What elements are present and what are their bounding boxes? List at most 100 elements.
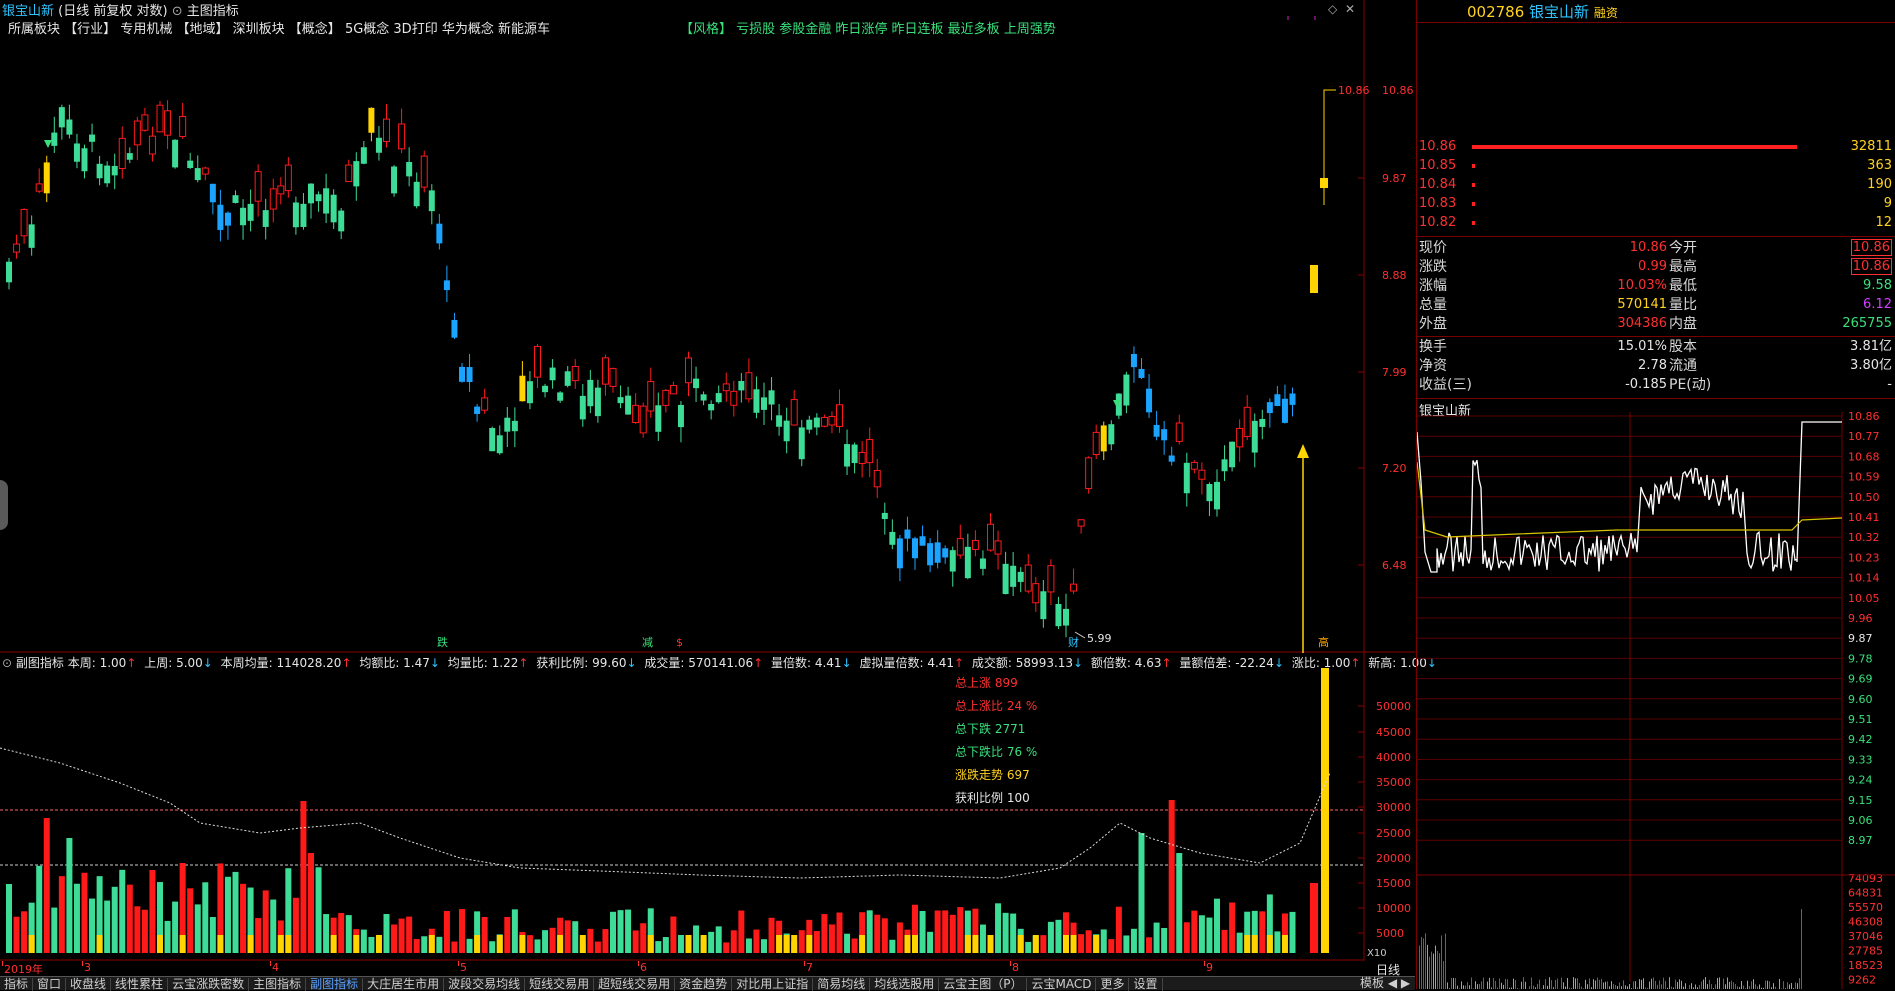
candle-body [1123,375,1129,406]
intraday-volume-bar [1797,983,1798,989]
volume-bar-overlay [278,935,284,953]
quote-stat-row: 现价10.86今开10.86 [1417,239,1895,257]
intraday-volume-bar [1593,979,1594,989]
main-indicator-label[interactable]: 主图指标 [187,4,239,19]
volume-bar [82,873,88,953]
intraday-price-label: 10.05 [1848,592,1880,605]
intraday-volume-bar [1441,935,1442,989]
candle-body [678,405,684,427]
candle-body [716,393,722,402]
tab-指标[interactable]: 指标 [0,978,33,991]
intraday-volume-bar [1735,984,1736,989]
candle-body [572,366,578,380]
intraday-volume-bar [1435,946,1436,989]
volume-bar-overlay [1252,935,1258,953]
event-marker[interactable]: 减 [642,636,653,649]
candle-body [837,405,843,427]
intraday-volume-bar [1651,979,1652,989]
tab-收盘线[interactable]: 收盘线 [66,978,111,991]
intraday-volume-bar [1425,933,1426,989]
intraday-volume-bar [1789,984,1790,989]
tab-对比用上证指[interactable]: 对比用上证指 [732,978,813,991]
candle-body [459,367,465,382]
tab-prev-icon[interactable]: ◀ [1388,976,1397,990]
close-icon[interactable]: ✕ [1345,2,1355,16]
event-marker[interactable]: 财 [1068,635,1079,649]
volume-bar [1101,929,1107,953]
tab-更多[interactable]: 更多 [1096,978,1129,991]
tab-主图指标[interactable]: 主图指标 [249,978,306,991]
intraday-price-label: 10.68 [1848,450,1880,463]
tab-资金趋势[interactable]: 资金趋势 [675,978,732,991]
tab-副图指标[interactable]: 副图指标 [306,978,363,991]
tab-线性累柱[interactable]: 线性累柱 [111,978,168,991]
candle-body [331,195,337,223]
tab-云宝涨跌密数[interactable]: 云宝涨跌密数 [168,978,249,991]
intraday-price-label: 9.06 [1848,814,1873,827]
kline-svg[interactable]: 10.869.878.887.997.206.4810.865.99跌减$财高 [0,0,1415,653]
candle-body [1169,455,1175,461]
volume-bar-overlay [353,935,359,953]
candle-body [1206,484,1212,501]
candle-body [1040,591,1046,619]
volume-bar [663,937,669,953]
intraday-volume-bar [1429,957,1430,989]
candle-body [474,407,480,414]
candle-body [972,540,978,549]
candle-body [59,107,65,127]
event-marker[interactable]: 跌 [437,635,448,649]
intraday-volume-bar [1723,979,1724,989]
candle-body [580,396,586,419]
intraday-volume-bar [1753,979,1754,989]
intraday-volume-bar [1759,984,1760,989]
intraday-volume-bar [1587,984,1588,989]
candle-body [504,418,510,432]
candle-body [980,558,986,568]
intraday-volume-bar [1691,983,1692,989]
stat-value: 3.81亿 [1850,338,1892,356]
intraday-chart[interactable]: 10.8610.7710.6810.5910.5010.4110.3210.23… [1417,412,1895,989]
candle-body [361,147,367,164]
tab-窗口[interactable]: 窗口 [33,978,66,991]
event-marker[interactable]: 高 [1318,635,1329,649]
tab-超短线交易用[interactable]: 超短线交易用 [594,978,675,991]
candle-body [731,391,737,405]
volume-bar [716,926,722,953]
intraday-volume-bar [1705,977,1706,989]
candle-body [655,405,661,432]
candle-body [134,121,140,145]
volume-chart[interactable]: 5000045000400003500030000250002000015000… [0,653,1415,961]
tab-next-icon[interactable]: ▶ [1401,976,1410,990]
intraday-volume-bar [1475,981,1476,989]
event-marker[interactable]: $ [676,636,683,649]
candle-body [995,541,1001,554]
volume-bar [761,939,767,953]
tab-短线交易用[interactable]: 短线交易用 [525,978,594,991]
volume-bar-overlay [331,935,337,953]
tab-云宝主图（P）[interactable]: 云宝主图（P） [939,978,1027,991]
side-collapse-handle[interactable] [0,480,8,530]
intraday-price-label: 9.42 [1848,733,1873,746]
tab-波段交易均线[interactable]: 波段交易均线 [444,978,525,991]
candle-body [293,202,299,227]
volume-svg[interactable]: 5000045000400003500030000250002000015000… [0,653,1415,961]
intraday-volume-bar [1589,978,1590,989]
indicator-dot-icon[interactable]: ⊙ [172,4,183,19]
stock-name[interactable]: 银宝山新 [2,4,54,19]
tab-云宝MACD[interactable]: 云宝MACD [1027,978,1096,991]
tab-均线选股用[interactable]: 均线选股用 [870,978,939,991]
price-tick-label: 9.87 [1382,172,1407,185]
candle-body [1282,399,1288,423]
tab-设置[interactable]: 设置 [1129,978,1162,991]
diamond-icon[interactable]: ◇ [1328,2,1337,16]
volume-bar [1086,930,1092,953]
tab-template[interactable]: 模板 [1360,976,1384,990]
volume-bar-overlay [806,935,812,953]
volume-bar [799,930,805,953]
book-volume-bar [1472,145,1797,149]
intraday-volume-bar [1679,979,1680,989]
tab-大庄居生市用[interactable]: 大庄居生市用 [363,978,444,991]
volume-bar [1290,912,1296,953]
main-kline-chart[interactable]: 10.869.878.887.997.206.4810.865.99跌减$财高 [0,0,1415,653]
tab-简易均线[interactable]: 简易均线 [813,978,870,991]
